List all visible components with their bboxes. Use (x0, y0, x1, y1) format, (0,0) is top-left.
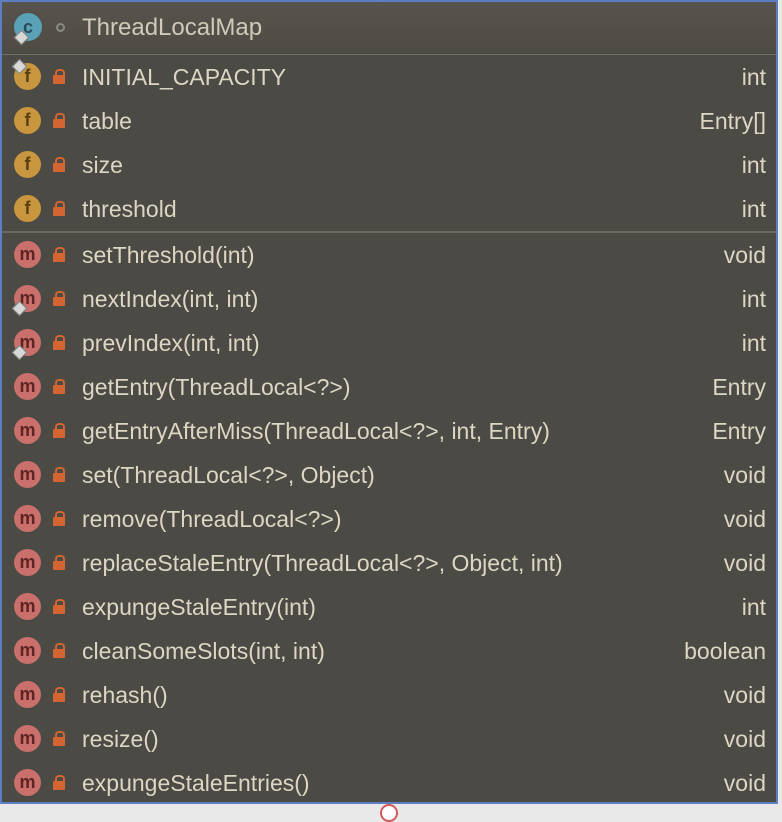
method-name: expungeStaleEntry(int) (82, 594, 316, 620)
method-type: void (723, 550, 766, 576)
method-type: void (723, 242, 766, 268)
methods-section: m setThreshold(int) void m nextIndex(int, in… (2, 233, 776, 802)
method-type: void (723, 770, 766, 796)
method-type: Entry (712, 418, 766, 444)
lock-icon (53, 379, 65, 394)
lock-icon (53, 467, 65, 482)
field-row[interactable]: f table Entry[] (2, 99, 776, 143)
method-row[interactable]: m nextIndex(int, int) int (2, 277, 776, 321)
field-row[interactable]: f INITIAL_CAPACITY int (2, 55, 776, 99)
lock-icon (53, 157, 65, 172)
method-name: getEntry(ThreadLocal<?>) (82, 374, 351, 400)
method-row[interactable]: m prevIndex(int, int) int (2, 321, 776, 365)
field-name: size (82, 152, 123, 178)
lock-icon (53, 335, 65, 350)
lock-icon (53, 511, 65, 526)
method-icon: m (14, 681, 41, 708)
lock-icon (53, 113, 65, 128)
method-icon: m (14, 505, 41, 532)
method-row[interactable]: m rehash() void (2, 673, 776, 717)
method-icon: m (14, 417, 41, 444)
lock-icon (53, 775, 65, 790)
method-row[interactable]: m cleanSomeSlots(int, int) boolean (2, 629, 776, 673)
field-name: threshold (82, 196, 177, 222)
method-row[interactable]: m getEntryAfterMiss(ThreadLocal<?>, int, … (2, 409, 776, 453)
method-icon: m (14, 241, 41, 268)
field-row[interactable]: f size int (2, 143, 776, 187)
method-row[interactable]: m resize() void (2, 717, 776, 761)
method-type: int (741, 330, 766, 356)
method-type: boolean (684, 638, 766, 664)
method-row[interactable]: m replaceStaleEntry(ThreadLocal<?>, Objec… (2, 541, 776, 585)
method-row[interactable]: m set(ThreadLocal<?>, Object) void (2, 453, 776, 497)
method-name: rehash() (82, 682, 168, 708)
package-private-icon (56, 23, 65, 32)
field-icon: f (14, 195, 41, 222)
method-name: getEntryAfterMiss(ThreadLocal<?>, int, E… (82, 418, 550, 444)
fields-section: f INITIAL_CAPACITY int f table Entry[] f size in… (2, 55, 776, 233)
method-type: int (741, 286, 766, 312)
lock-icon (53, 201, 65, 216)
method-icon: m (14, 637, 41, 664)
method-icon: m (14, 725, 41, 752)
lock-icon (53, 555, 65, 570)
method-icon: m (14, 461, 41, 488)
method-name: remove(ThreadLocal<?>) (82, 506, 342, 532)
lock-icon (53, 687, 65, 702)
field-icon: f (14, 107, 41, 134)
lock-icon (53, 643, 65, 658)
method-row[interactable]: m setThreshold(int) void (2, 233, 776, 277)
field-icon: f (14, 151, 41, 178)
popup-header: c ThreadLocalMap (2, 2, 776, 55)
method-row[interactable]: m expungeStaleEntry(int) int (2, 585, 776, 629)
method-row[interactable]: m remove(ThreadLocal<?>) void (2, 497, 776, 541)
lock-icon (53, 69, 65, 84)
lock-icon (53, 731, 65, 746)
bottom-marker-icon (380, 804, 398, 822)
field-name: table (82, 108, 132, 134)
lock-icon (53, 247, 65, 262)
method-type: int (741, 594, 766, 620)
method-icon: m (14, 549, 41, 576)
lock-icon (53, 599, 65, 614)
method-name: nextIndex(int, int) (82, 286, 259, 312)
lock-icon (53, 291, 65, 306)
method-name: expungeStaleEntries() (82, 770, 310, 796)
method-row[interactable]: m getEntry(ThreadLocal<?>) Entry (2, 365, 776, 409)
method-type: Entry (712, 374, 766, 400)
method-name: prevIndex(int, int) (82, 330, 260, 356)
lock-icon (53, 423, 65, 438)
method-icon: m (14, 593, 41, 620)
field-type: Entry[] (699, 108, 766, 134)
method-name: resize() (82, 726, 159, 752)
method-name: cleanSomeSlots(int, int) (82, 638, 325, 664)
method-name: set(ThreadLocal<?>, Object) (82, 462, 375, 488)
field-type: int (741, 196, 766, 222)
field-name: INITIAL_CAPACITY (82, 64, 287, 90)
field-type: int (741, 64, 766, 90)
class-title: ThreadLocalMap (82, 14, 263, 41)
method-type: void (723, 682, 766, 708)
method-icon: m (14, 373, 41, 400)
method-type: void (723, 726, 766, 752)
method-icon: m (14, 769, 41, 796)
field-type: int (741, 152, 766, 178)
method-type: void (723, 462, 766, 488)
method-type: void (723, 506, 766, 532)
method-name: replaceStaleEntry(ThreadLocal<?>, Object… (82, 550, 563, 576)
structure-popup: c ThreadLocalMap f INITIAL_CAPACITY int f ta… (0, 0, 778, 804)
method-name: setThreshold(int) (82, 242, 255, 268)
field-row[interactable]: f threshold int (2, 187, 776, 231)
method-row[interactable]: m expungeStaleEntries() void (2, 761, 776, 802)
